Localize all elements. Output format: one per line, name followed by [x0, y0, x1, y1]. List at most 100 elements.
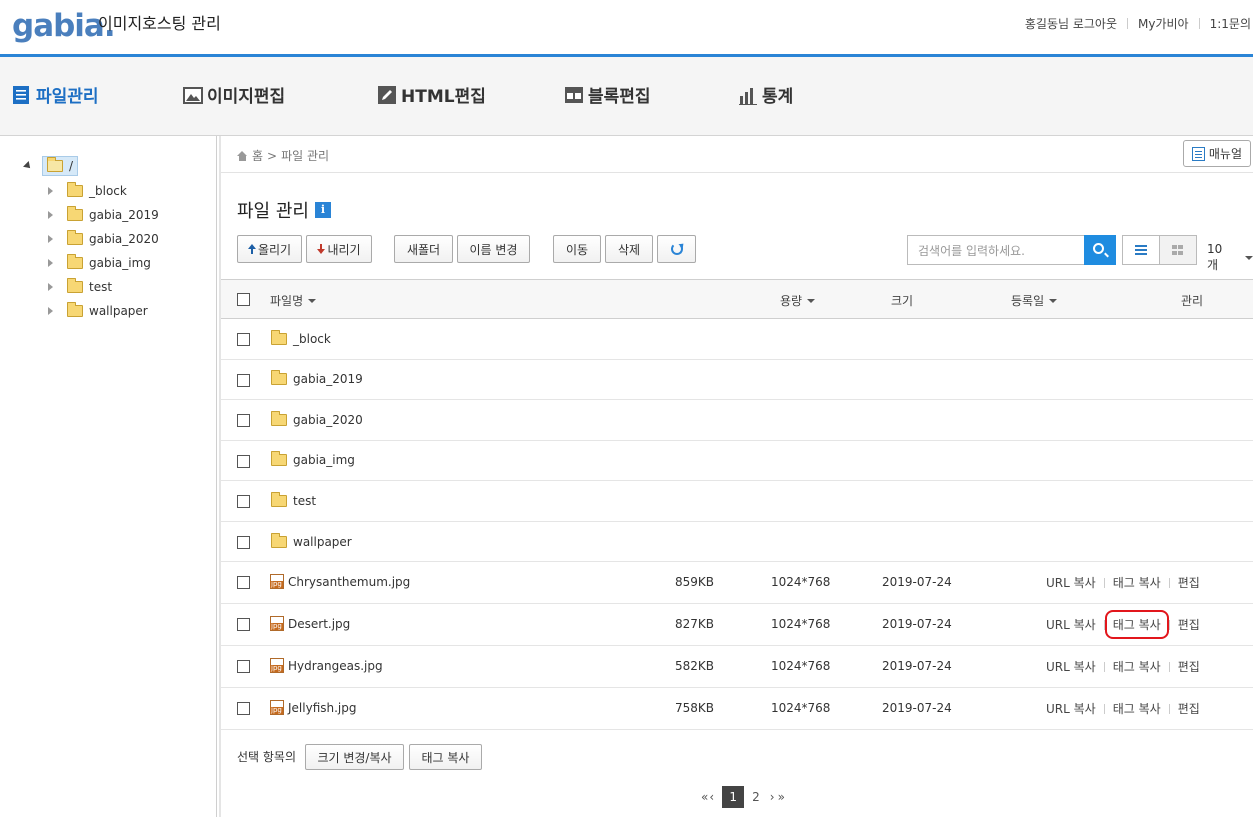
- search-input[interactable]: 검색어를 입력하세요.: [907, 235, 1084, 265]
- first-page-button[interactable]: «: [701, 790, 708, 804]
- next-page-button[interactable]: ›: [770, 790, 775, 804]
- per-page-value: 10개: [1207, 242, 1223, 272]
- table-row[interactable]: Desert.jpg 827KB 1024*768 2019-07-24 URL…: [221, 604, 1253, 646]
- row-name[interactable]: wallpaper: [271, 533, 352, 549]
- page-link[interactable]: 2: [752, 790, 760, 804]
- edit-link[interactable]: 편집: [1178, 658, 1200, 675]
- tree-item[interactable]: test: [48, 278, 112, 294]
- table-row[interactable]: wallpaper: [221, 522, 1253, 562]
- row-checkbox[interactable]: [237, 702, 250, 715]
- row-checkbox[interactable]: [237, 536, 250, 549]
- expand-arrow-icon[interactable]: [48, 211, 53, 219]
- row-name[interactable]: _block: [271, 330, 331, 346]
- table-row[interactable]: Hydrangeas.jpg 582KB 1024*768 2019-07-24…: [221, 646, 1253, 688]
- row-dimension: 1024*768: [771, 575, 831, 589]
- home-icon[interactable]: [237, 150, 248, 161]
- move-button[interactable]: 이동: [553, 235, 601, 263]
- row-name[interactable]: test: [271, 492, 316, 508]
- folder-icon: [67, 254, 83, 269]
- tag-copy-link[interactable]: 태그 복사: [1113, 574, 1161, 591]
- expand-arrow-icon[interactable]: [48, 307, 53, 315]
- expand-arrow-icon[interactable]: [48, 187, 53, 195]
- delete-button[interactable]: 삭제: [605, 235, 653, 263]
- tree-item[interactable]: gabia_2020: [48, 230, 159, 246]
- expand-arrow-icon[interactable]: [48, 283, 53, 291]
- row-name[interactable]: Hydrangeas.jpg: [270, 658, 383, 673]
- header-date[interactable]: 등록일: [1011, 292, 1058, 309]
- row-name[interactable]: gabia_2019: [271, 370, 363, 386]
- table-row[interactable]: Chrysanthemum.jpg 859KB 1024*768 2019-07…: [221, 562, 1253, 604]
- tree-root-node[interactable]: /: [42, 156, 79, 176]
- row-checkbox[interactable]: [237, 374, 250, 387]
- nav-html-edit[interactable]: HTML편집: [377, 82, 486, 107]
- row-size: 758KB: [675, 701, 715, 715]
- edit-link[interactable]: 편집: [1178, 616, 1200, 633]
- row-checkbox[interactable]: [237, 576, 250, 589]
- row-checkbox[interactable]: [237, 495, 250, 508]
- select-all-checkbox[interactable]: [237, 293, 250, 306]
- grid-view-button[interactable]: [1159, 235, 1197, 265]
- table-row[interactable]: Jellyfish.jpg 758KB 1024*768 2019-07-24 …: [221, 688, 1253, 730]
- row-checkbox[interactable]: [237, 333, 250, 346]
- breadcrumb-home[interactable]: 홈: [252, 147, 263, 164]
- row-checkbox[interactable]: [237, 414, 250, 427]
- nav-statistics[interactable]: 통계: [738, 82, 793, 107]
- bulk-tag-copy-button[interactable]: 태그 복사: [409, 744, 482, 770]
- refresh-button[interactable]: [657, 235, 696, 263]
- info-icon[interactable]: i: [314, 202, 331, 218]
- tree-item[interactable]: _block: [48, 182, 127, 198]
- tree-item[interactable]: gabia_img: [48, 254, 151, 270]
- inquiry-link[interactable]: 1:1문의: [1210, 15, 1251, 32]
- list-view-button[interactable]: [1122, 235, 1160, 265]
- row-checkbox[interactable]: [237, 455, 250, 468]
- edit-link[interactable]: 편집: [1178, 700, 1200, 717]
- rename-button[interactable]: 이름 변경: [457, 235, 530, 263]
- row-name[interactable]: gabia_2020: [271, 411, 363, 427]
- my-gabia-link[interactable]: My가비아: [1138, 15, 1189, 32]
- tag-copy-link[interactable]: 태그 복사: [1113, 658, 1161, 675]
- expand-arrow-icon[interactable]: [48, 259, 53, 267]
- tag-copy-link[interactable]: 태그 복사: [1113, 700, 1161, 717]
- url-copy-link[interactable]: URL 복사: [1046, 616, 1096, 633]
- search-button[interactable]: [1084, 235, 1116, 265]
- edit-link[interactable]: 편집: [1178, 574, 1200, 591]
- page-title-text: 파일 관리: [237, 201, 309, 222]
- nav-block-edit[interactable]: 블록편집: [564, 82, 651, 107]
- table-row[interactable]: gabia_img: [221, 441, 1253, 481]
- tree-item[interactable]: wallpaper: [48, 302, 148, 318]
- new-folder-button[interactable]: 새폴더: [394, 235, 453, 263]
- table-row[interactable]: test: [221, 481, 1253, 522]
- tree-item[interactable]: gabia_2019: [48, 206, 159, 222]
- row-checkbox[interactable]: [237, 660, 250, 673]
- prev-page-button[interactable]: ‹: [709, 790, 714, 804]
- logout-link[interactable]: 홍길동님 로그아웃: [1025, 15, 1117, 32]
- url-copy-link[interactable]: URL 복사: [1046, 700, 1096, 717]
- manual-button[interactable]: 매뉴얼: [1182, 140, 1251, 167]
- row-name[interactable]: Chrysanthemum.jpg: [270, 574, 410, 589]
- row-name[interactable]: Desert.jpg: [270, 616, 350, 631]
- per-page-select[interactable]: 10개: [1207, 242, 1253, 273]
- upload-button[interactable]: 올리기: [237, 235, 302, 263]
- expand-arrow-icon[interactable]: [48, 235, 53, 243]
- nav-image-edit[interactable]: 이미지편집: [183, 82, 285, 107]
- row-checkbox[interactable]: [237, 618, 250, 631]
- header-name[interactable]: 파일명: [270, 292, 317, 309]
- table-row[interactable]: gabia_2020: [221, 400, 1253, 441]
- table-row[interactable]: gabia_2019: [221, 360, 1253, 400]
- page-current[interactable]: 1: [722, 786, 745, 808]
- tag-copy-link-highlighted[interactable]: 태그 복사: [1104, 610, 1169, 639]
- tree-root[interactable]: /: [23, 156, 79, 176]
- download-label: 내리기: [327, 242, 361, 257]
- resize-copy-button[interactable]: 크기 변경/복사: [305, 744, 404, 770]
- nav-file-manage[interactable]: 파일관리: [12, 82, 99, 107]
- row-name[interactable]: gabia_img: [271, 451, 355, 467]
- url-copy-link[interactable]: URL 복사: [1046, 574, 1096, 591]
- download-button[interactable]: 내리기: [306, 235, 372, 263]
- last-page-button[interactable]: »: [778, 790, 785, 804]
- header-size[interactable]: 용량: [780, 292, 816, 309]
- row-name[interactable]: Jellyfish.jpg: [270, 700, 357, 715]
- table-row[interactable]: _block: [221, 319, 1253, 360]
- collapse-arrow-icon[interactable]: [23, 161, 33, 171]
- image-edit-icon: [183, 85, 203, 105]
- url-copy-link[interactable]: URL 복사: [1046, 658, 1096, 675]
